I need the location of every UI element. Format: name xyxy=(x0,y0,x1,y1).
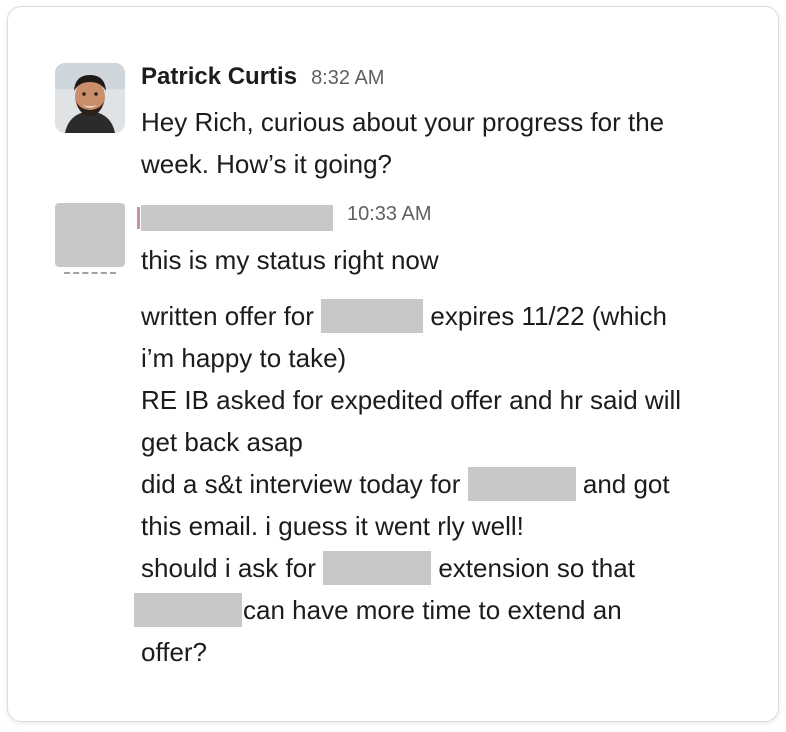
line-text: extension so that xyxy=(438,553,635,583)
avatar-redacted[interactable] xyxy=(55,203,125,267)
line-text: written offer for xyxy=(141,301,314,331)
redaction-block xyxy=(323,551,432,585)
redaction-block xyxy=(321,299,424,333)
redaction-block xyxy=(467,467,576,501)
avatar-redaction-edge xyxy=(64,272,116,275)
line-text: expires 11/22 (which xyxy=(430,301,667,331)
message-timestamp[interactable]: 10:33 AM xyxy=(347,203,432,226)
message-body: 10:33 AM this is my status right now wri… xyxy=(134,203,741,673)
message-text: Hey Rich, curious about your progress fo… xyxy=(141,101,741,185)
line-text: and got xyxy=(582,469,670,499)
redaction-block xyxy=(134,593,242,627)
message-line: week. How’s it going? xyxy=(141,149,392,179)
redacted-sender-name xyxy=(137,205,333,231)
message-card: Patrick Curtis 8:32 AM Hey Rich, curious… xyxy=(7,6,779,722)
message-line: did a s&t interview today for and got xyxy=(141,463,741,505)
avatar-photo-icon xyxy=(55,63,125,133)
message-body: Patrick Curtis 8:32 AM Hey Rich, curious… xyxy=(141,63,741,185)
message-line: i’m happy to take) xyxy=(141,343,347,373)
sender-name[interactable]: Patrick Curtis xyxy=(141,63,297,91)
message-line: written offer for expires 11/22 (which xyxy=(141,295,741,337)
avatar-patrick[interactable] xyxy=(55,63,125,133)
message-line: Hey Rich, curious about your progress fo… xyxy=(141,107,665,137)
message-text: this is my status right now written offe… xyxy=(134,239,741,673)
message-line: should i ask for extension so that xyxy=(141,547,741,589)
message-line: can have more time to extend an xyxy=(134,589,741,631)
message-line: offer? xyxy=(141,637,208,667)
line-text: did a s&t interview today for xyxy=(141,469,461,499)
line-text: should i ask for xyxy=(141,553,316,583)
message-line: this is my status right now xyxy=(141,245,439,275)
message-line: RE IB asked for expedited offer and hr s… xyxy=(141,385,682,415)
message-line: get back asap xyxy=(141,427,303,457)
message-header: 10:33 AM xyxy=(137,203,741,233)
line-text: can have more time to extend an xyxy=(243,595,622,625)
message-line: this email. i guess it went rly well! xyxy=(141,511,524,541)
message-header: Patrick Curtis 8:32 AM xyxy=(141,63,741,93)
message-timestamp[interactable]: 8:32 AM xyxy=(311,67,384,90)
